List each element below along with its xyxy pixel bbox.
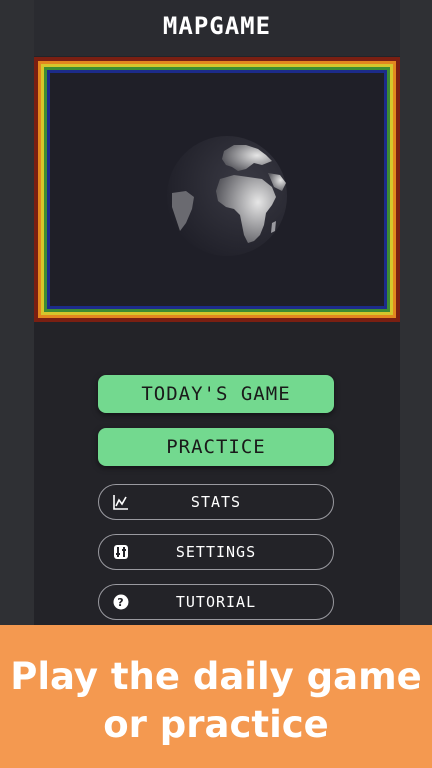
todays-game-button[interactable]: TODAY'S GAME [98,375,334,413]
map-preview [34,57,400,322]
promo-line-1: Play the daily game [10,655,422,698]
chart-icon [113,494,129,510]
tutorial-label: TUTORIAL [175,593,257,611]
practice-label: PRACTICE [166,436,266,458]
app-screen: MAPGAME TODAY'S GAME PRACTICE STATS SETT… [34,0,400,625]
promo-text: Play the daily game or practice [0,653,432,749]
app-header: MAPGAME [34,0,400,56]
svg-text:?: ? [117,596,124,609]
todays-game-label: TODAY'S GAME [141,383,291,405]
settings-label: SETTINGS [175,543,257,561]
promo-line-2: or practice [103,703,329,746]
tutorial-button[interactable]: ? TUTORIAL [98,584,334,620]
globe-icon [167,136,287,256]
app-title: MAPGAME [162,12,272,40]
settings-button[interactable]: SETTINGS [98,534,334,570]
stats-button[interactable]: STATS [98,484,334,520]
promo-banner: Play the daily game or practice [0,625,432,768]
practice-button[interactable]: PRACTICE [98,428,334,466]
stats-label: STATS [190,493,242,511]
settings-icon [113,544,129,560]
map-canvas [50,73,384,306]
help-icon: ? [113,594,129,610]
